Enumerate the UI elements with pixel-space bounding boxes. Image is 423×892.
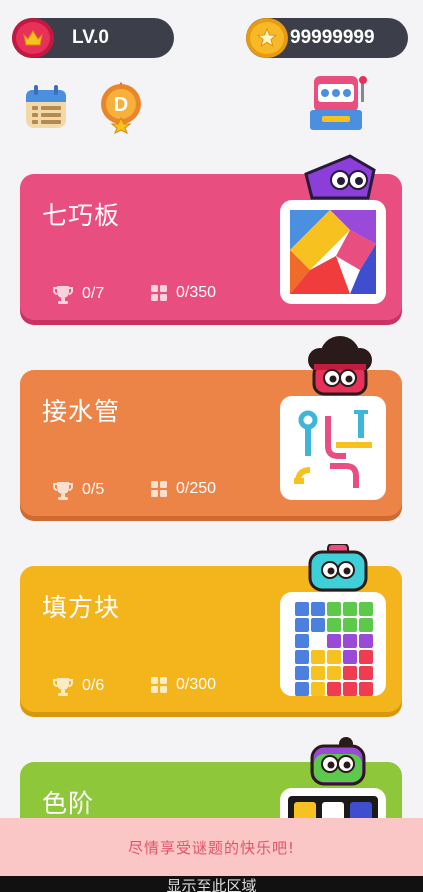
game-card-blocks[interactable]: 填方块 0/6 0/300: [20, 543, 402, 712]
tangram-thumbnail: [280, 200, 386, 304]
block-cell: [311, 618, 325, 632]
trophy-icon: [53, 286, 73, 304]
game-title: 接水管: [42, 397, 121, 426]
block-cell: [295, 618, 309, 632]
trophy-stat: 0/6: [52, 676, 104, 696]
block-cell: [359, 666, 373, 680]
slot-machine-icon[interactable]: [308, 72, 370, 132]
crown-icon: [12, 18, 54, 58]
trophy-count: 0/5: [82, 481, 105, 498]
level-count: 0/350: [176, 284, 217, 301]
grid-icon: [151, 285, 167, 301]
block-cell: [311, 682, 325, 696]
pipes-thumbnail: [280, 396, 386, 500]
game-card-tangram[interactable]: 七巧板 0/7 0/350: [20, 154, 402, 320]
block-cell: [327, 634, 341, 648]
game-title: 色阶: [42, 789, 95, 818]
trophy-stat: 0/5: [52, 480, 104, 500]
block-cell: [343, 682, 357, 696]
green-mascot-icon: [306, 736, 370, 790]
bottom-bar: 显示至此区域: [0, 876, 423, 892]
block-cell: [359, 618, 373, 632]
block-cell: [327, 618, 341, 632]
block-cell: [311, 650, 325, 664]
block-cell: [311, 602, 325, 616]
block-cell: [343, 634, 357, 648]
coin-star-icon: [246, 18, 288, 58]
block-cell: [359, 602, 373, 616]
block-cell: [343, 650, 357, 664]
trophy-stat: 0/7: [52, 284, 104, 304]
game-title: 填方块: [42, 593, 121, 622]
trophy-count: 0/7: [82, 285, 105, 302]
grid-icon: [151, 481, 167, 497]
trophy-icon: [53, 482, 73, 500]
level-stat: 0/250: [150, 480, 216, 498]
block-cell: [295, 602, 309, 616]
d-medal-icon[interactable]: D: [98, 80, 144, 135]
bottom-bar-text: 显示至此区域: [166, 877, 257, 892]
game-card-pipes[interactable]: 接水管 0/5 0/250: [20, 336, 402, 516]
block-cell: [343, 666, 357, 680]
block-cell: [295, 650, 309, 664]
game-title: 七巧板: [42, 201, 121, 230]
grid-icon: [151, 677, 167, 693]
block-cell: [295, 682, 309, 696]
coin-amount: 99999999: [290, 27, 375, 48]
trophy-count: 0/6: [82, 677, 105, 694]
block-cell: [311, 666, 325, 680]
block-cell: [327, 666, 341, 680]
level-stat: 0/350: [150, 284, 216, 302]
red-mascot-icon: [298, 334, 382, 400]
block-cell: [359, 634, 373, 648]
block-cell: [343, 602, 357, 616]
block-cell: [359, 682, 373, 696]
block-cell: [295, 634, 309, 648]
purple-mascot-icon: [302, 152, 382, 206]
level-label: LV.0: [72, 27, 109, 48]
level-count: 0/250: [176, 480, 217, 497]
block-cell: [327, 682, 341, 696]
block-cell: [327, 650, 341, 664]
trophy-icon: [53, 678, 73, 696]
block-cell: [343, 618, 357, 632]
banner-text: 尽情享受谜题的快乐吧!: [127, 838, 295, 857]
coin-counter[interactable]: 99999999: [246, 18, 408, 58]
block-cell: [311, 634, 325, 648]
level-indicator[interactable]: LV.0: [12, 18, 174, 58]
message-banner: 尽情享受谜题的快乐吧!: [0, 818, 423, 876]
cyan-mascot-icon: [306, 543, 370, 596]
blocks-thumbnail: [280, 592, 386, 696]
block-cell: [295, 666, 309, 680]
medal-letter: D: [114, 94, 128, 116]
block-cell: [359, 650, 373, 664]
level-stat: 0/300: [150, 676, 216, 694]
level-count: 0/300: [176, 676, 217, 693]
block-cell: [327, 602, 341, 616]
calendar-icon[interactable]: [24, 84, 68, 130]
